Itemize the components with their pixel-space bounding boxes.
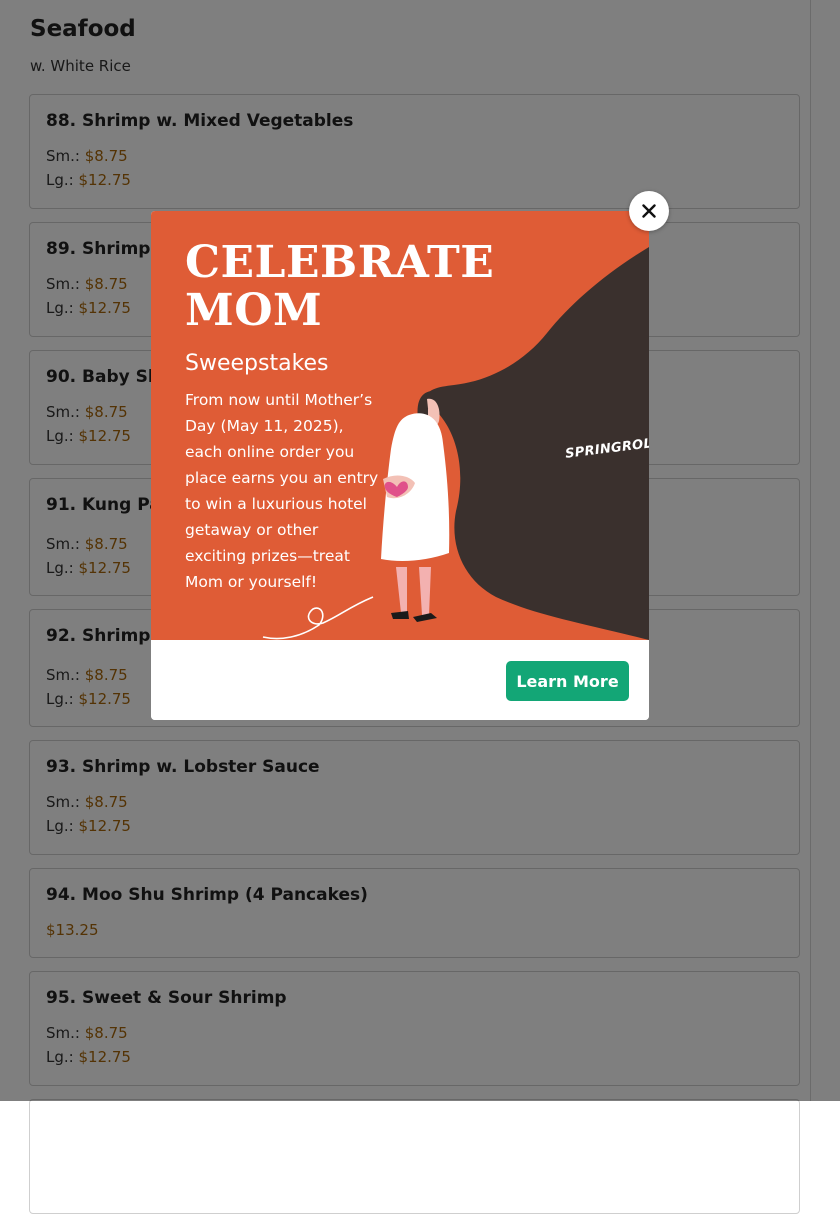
headline-line-1: CELEBRATE <box>185 237 495 288</box>
promo-modal: CELEBRATE MOM Sweepstakes From now until… <box>151 211 649 720</box>
headline-line-2: MOM <box>185 285 323 336</box>
promo-body-text: From now until Mother’s Day (May 11, 202… <box>185 391 379 591</box>
promo-headline: CELEBRATE MOM <box>185 239 494 335</box>
close-modal-button[interactable] <box>629 191 669 231</box>
promo-subheading: Sweepstakes <box>185 351 329 376</box>
close-icon <box>642 204 656 218</box>
promo-footer: Learn More <box>151 640 649 720</box>
menu-item-card[interactable] <box>29 1099 800 1214</box>
learn-more-button[interactable]: Learn More <box>506 661 629 701</box>
promo-banner: CELEBRATE MOM Sweepstakes From now until… <box>151 211 649 640</box>
